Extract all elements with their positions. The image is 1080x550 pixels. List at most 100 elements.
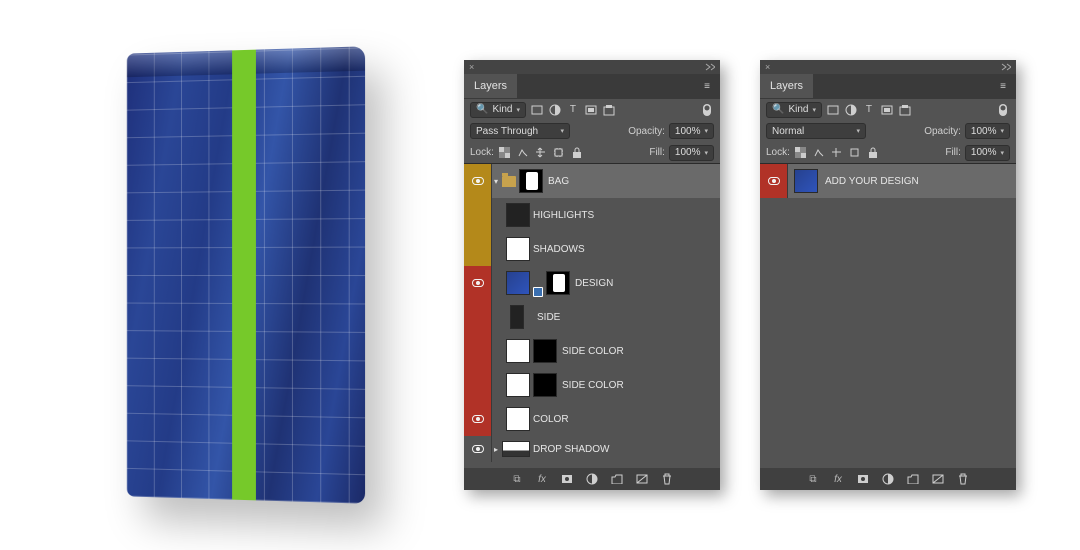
layer-thumb[interactable] bbox=[794, 169, 818, 193]
visibility-toggle[interactable] bbox=[760, 164, 788, 198]
opacity-field[interactable]: 100%▾ bbox=[965, 123, 1010, 139]
visibility-toggle[interactable] bbox=[464, 232, 492, 266]
lock-row: Lock: Fill: 100%▾ bbox=[760, 142, 1016, 164]
lock-position-icon[interactable] bbox=[534, 146, 548, 160]
layer-side[interactable]: SIDE bbox=[464, 300, 720, 334]
tab-layers[interactable]: Layers bbox=[760, 74, 813, 98]
chevron-down-icon: ▾ bbox=[704, 127, 708, 135]
lock-pixels-icon[interactable] bbox=[516, 146, 530, 160]
layer-thumb[interactable] bbox=[506, 271, 530, 295]
layer-sidecolor-2[interactable]: SIDE COLOR bbox=[464, 368, 720, 402]
filter-type-icon[interactable]: T bbox=[566, 103, 580, 117]
layer-sidecolor-1[interactable]: SIDE COLOR bbox=[464, 334, 720, 368]
lock-all-icon[interactable] bbox=[866, 146, 880, 160]
lock-label: Lock: bbox=[470, 147, 494, 158]
bag-mockup bbox=[127, 46, 365, 503]
layer-name: HIGHLIGHTS bbox=[533, 210, 594, 221]
fx-icon[interactable]: fx bbox=[832, 473, 844, 485]
layer-mask-thumb[interactable] bbox=[533, 339, 557, 363]
panel-menu-icon[interactable]: ≡ bbox=[996, 79, 1010, 93]
group-icon[interactable] bbox=[611, 473, 623, 485]
mask-icon[interactable] bbox=[857, 473, 869, 485]
visibility-toggle[interactable] bbox=[464, 198, 492, 232]
expand-icon[interactable]: ▸ bbox=[492, 445, 502, 454]
eye-icon bbox=[472, 445, 484, 453]
filter-smart-icon[interactable] bbox=[898, 103, 912, 117]
filter-pixel-icon[interactable] bbox=[530, 103, 544, 117]
layer-drop-shadow[interactable]: ▸ DROP SHADOW bbox=[464, 436, 720, 462]
new-layer-icon[interactable] bbox=[932, 473, 944, 485]
tab-layers[interactable]: Layers bbox=[464, 74, 517, 98]
filter-adjust-icon[interactable] bbox=[844, 103, 858, 117]
fill-field[interactable]: 100%▾ bbox=[965, 145, 1010, 161]
blend-mode-select[interactable]: Pass Through ▾ bbox=[470, 123, 570, 139]
adjustment-icon[interactable] bbox=[882, 473, 894, 485]
lock-all-icon[interactable] bbox=[570, 146, 584, 160]
lock-transparent-icon[interactable] bbox=[498, 146, 512, 160]
link-layers-icon[interactable]: ⧉ bbox=[511, 473, 523, 485]
filter-pixel-icon[interactable] bbox=[826, 103, 840, 117]
close-icon[interactable]: × bbox=[765, 62, 770, 72]
filter-adjust-icon[interactable] bbox=[548, 103, 562, 117]
panel-titlebar: × bbox=[464, 60, 720, 74]
layer-highlights[interactable]: HIGHLIGHTS bbox=[464, 198, 720, 232]
visibility-toggle[interactable] bbox=[464, 368, 492, 402]
layer-add-your-design[interactable]: ADD YOUR DESIGN bbox=[760, 164, 1016, 198]
filter-smart-icon[interactable] bbox=[602, 103, 616, 117]
close-icon[interactable]: × bbox=[469, 62, 474, 72]
filter-kind-select[interactable]: 🔍 Kind ▾ bbox=[766, 102, 822, 118]
layer-mask-thumb[interactable] bbox=[546, 271, 570, 295]
filter-kind-label: Kind bbox=[492, 104, 512, 115]
layer-thumb[interactable] bbox=[506, 373, 530, 397]
layer-mask-thumb[interactable] bbox=[533, 373, 557, 397]
link-layers-icon[interactable]: ⧉ bbox=[807, 473, 819, 485]
layer-thumb[interactable] bbox=[506, 407, 530, 431]
opacity-value: 100% bbox=[675, 126, 701, 137]
lock-artboard-icon[interactable] bbox=[552, 146, 566, 160]
filter-shape-icon[interactable] bbox=[880, 103, 894, 117]
filter-toggle-icon[interactable] bbox=[996, 103, 1010, 117]
opacity-field[interactable]: 100%▾ bbox=[669, 123, 714, 139]
group-icon[interactable] bbox=[907, 473, 919, 485]
lock-artboard-icon[interactable] bbox=[848, 146, 862, 160]
layer-mask-thumb[interactable] bbox=[519, 169, 543, 193]
layer-shadows[interactable]: SHADOWS bbox=[464, 232, 720, 266]
layer-thumb[interactable] bbox=[510, 305, 524, 329]
lock-position-icon[interactable] bbox=[830, 146, 844, 160]
lock-pixels-icon[interactable] bbox=[812, 146, 826, 160]
expand-icon[interactable]: ▾ bbox=[492, 177, 502, 186]
blend-mode-select[interactable]: Normal ▾ bbox=[766, 123, 866, 139]
panel-menu-icon[interactable]: ≡ bbox=[700, 79, 714, 93]
collapse-icon[interactable] bbox=[705, 63, 715, 71]
visibility-toggle[interactable] bbox=[464, 334, 492, 368]
adjustment-icon[interactable] bbox=[586, 473, 598, 485]
layer-name: BAG bbox=[548, 176, 569, 187]
collapse-icon[interactable] bbox=[1001, 63, 1011, 71]
layer-color[interactable]: COLOR bbox=[464, 402, 720, 436]
layer-bag[interactable]: ▾ BAG bbox=[464, 164, 720, 198]
layer-thumb[interactable] bbox=[506, 237, 530, 261]
trash-icon[interactable] bbox=[957, 473, 969, 485]
visibility-toggle[interactable] bbox=[464, 300, 492, 334]
visibility-toggle[interactable] bbox=[464, 436, 492, 462]
filter-type-icon[interactable]: T bbox=[862, 103, 876, 117]
filter-kind-select[interactable]: 🔍 Kind ▾ bbox=[470, 102, 526, 118]
trash-icon[interactable] bbox=[661, 473, 673, 485]
panel-bottom-toolbar: ⧉ fx bbox=[760, 468, 1016, 490]
visibility-toggle[interactable] bbox=[464, 402, 492, 436]
bag-top-fold bbox=[127, 46, 365, 77]
layer-thumb[interactable] bbox=[506, 339, 530, 363]
visibility-toggle[interactable] bbox=[464, 164, 492, 198]
blend-mode-value: Normal bbox=[772, 126, 804, 137]
new-layer-icon[interactable] bbox=[636, 473, 648, 485]
layer-thumb[interactable] bbox=[506, 203, 530, 227]
fill-field[interactable]: 100%▾ bbox=[669, 145, 714, 161]
lock-transparent-icon[interactable] bbox=[794, 146, 808, 160]
visibility-toggle[interactable] bbox=[464, 266, 492, 300]
layer-thumb[interactable] bbox=[502, 441, 530, 457]
filter-toggle-icon[interactable] bbox=[700, 103, 714, 117]
fx-icon[interactable]: fx bbox=[536, 473, 548, 485]
layer-design[interactable]: DESIGN bbox=[464, 266, 720, 300]
filter-shape-icon[interactable] bbox=[584, 103, 598, 117]
mask-icon[interactable] bbox=[561, 473, 573, 485]
